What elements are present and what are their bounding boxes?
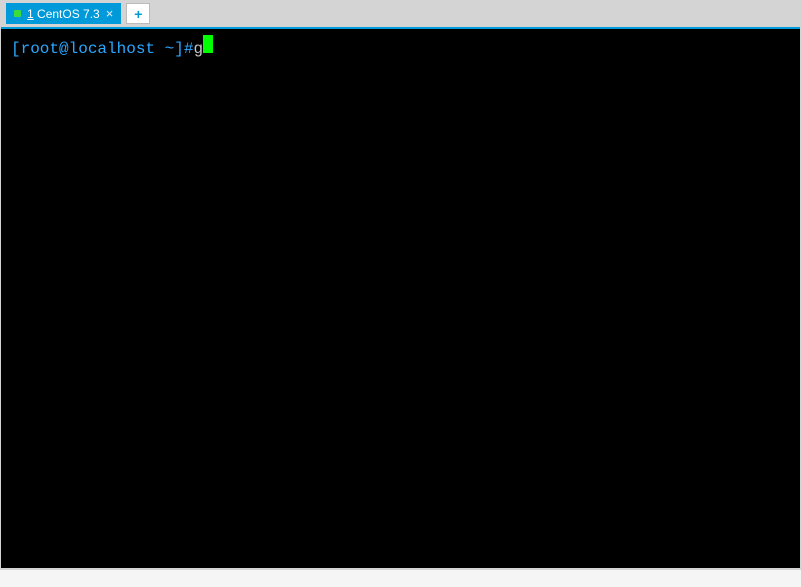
plus-icon: + — [134, 6, 142, 22]
terminal-viewport[interactable]: [root@localhost ~]#g — [1, 27, 800, 568]
shell-prompt: [root@localhost ~]# — [11, 39, 193, 60]
new-tab-button[interactable]: + — [126, 3, 150, 24]
close-icon[interactable]: × — [106, 7, 114, 20]
command-text: g — [193, 39, 203, 60]
status-bar — [0, 570, 801, 587]
tab-bar: 1 CentOS 7.3 × + — [0, 0, 801, 27]
cursor-icon — [203, 35, 213, 53]
tab-number: 1 — [27, 7, 34, 21]
tab-title: CentOS 7.3 — [37, 7, 100, 21]
tab-label: 1 CentOS 7.3 — [27, 7, 100, 21]
terminal-line: [root@localhost ~]#g — [11, 35, 790, 60]
tab-centos[interactable]: 1 CentOS 7.3 × — [6, 3, 121, 24]
status-dot-icon — [14, 10, 21, 17]
